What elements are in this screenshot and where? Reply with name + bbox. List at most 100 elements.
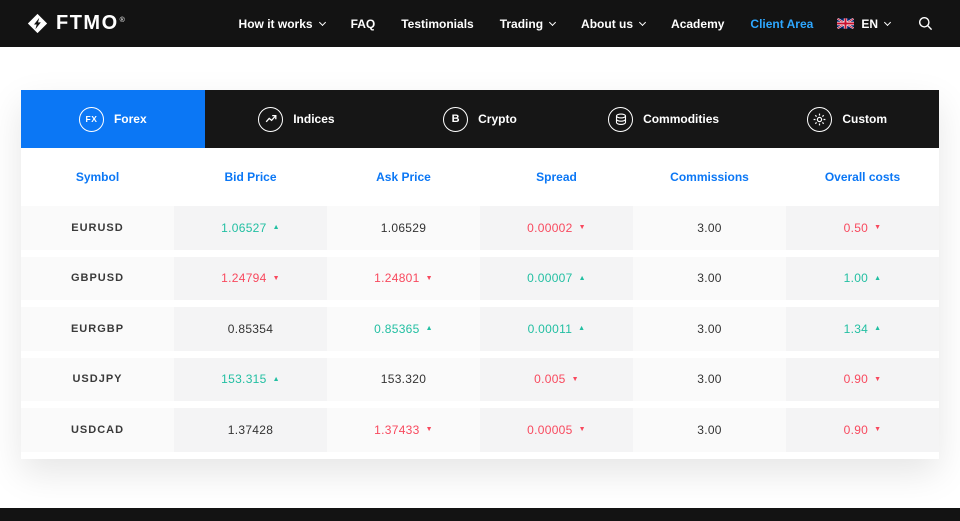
tab-custom[interactable]: Custom xyxy=(755,90,939,148)
price-value: 1.06529 xyxy=(380,220,427,235)
column-header-spread: Spread xyxy=(536,170,577,184)
table-header: Symbol Bid Price Ask Price Spread Commission… xyxy=(21,148,939,206)
nav-item-client-area[interactable]: Client Area xyxy=(750,17,813,31)
symbol-cell: USDJPY xyxy=(21,357,174,401)
price-value: 0.90 xyxy=(843,422,869,437)
nav-item-faq[interactable]: FAQ xyxy=(351,17,376,31)
price-value: 153.320 xyxy=(380,372,427,387)
nav-menu: How it works FAQ Testimonials Trading About … xyxy=(239,16,933,31)
symbol-label: USDCAD xyxy=(70,423,125,436)
navbar: FTMO® How it works FAQ Testimonials Trading… xyxy=(0,0,960,47)
commissions-value: 3.00 xyxy=(697,321,722,336)
price-value: 0.85365 xyxy=(374,321,420,336)
spread-cell: 0.005 ▼ xyxy=(480,357,633,401)
price-value: 1.34 xyxy=(843,321,869,336)
price-value: 0.90 xyxy=(843,372,869,387)
logo-text: FTMO xyxy=(56,12,119,34)
symbol-cell: EURUSD xyxy=(21,206,174,250)
column-header-symbol: Symbol xyxy=(75,170,120,184)
symbol-cell: USDCAD xyxy=(21,408,174,452)
overall-costs-cell: 0.90 ▼ xyxy=(786,408,939,452)
symbol-label: EURUSD xyxy=(71,221,124,234)
tab-forex[interactable]: FX Forex xyxy=(21,90,205,148)
column-header-commissions: Commissions xyxy=(670,170,749,184)
ftmo-logo-icon xyxy=(27,13,48,34)
table-row-usdjpy: USDJPY 153.315 ▲ 153.320 0.005 ▼ 3.00 0.90 ▼ xyxy=(21,357,939,408)
nav-item-trading[interactable]: Trading xyxy=(499,16,557,31)
price-value: 153.315 xyxy=(221,372,267,387)
commissions-value: 3.00 xyxy=(697,220,722,235)
nav-items: How it works FAQ Testimonials Trading About … xyxy=(239,17,814,31)
nav-item-label: Academy xyxy=(671,16,725,31)
symbol-label: USDJPY xyxy=(72,373,123,386)
language-switcher[interactable]: EN xyxy=(837,17,892,31)
column-header-ask-price: Ask Price xyxy=(376,170,431,184)
overall-costs-cell: 1.00 ▲ xyxy=(786,256,939,300)
commissions-value: 3.00 xyxy=(697,271,722,286)
table-row-usdcad: USDCAD 1.37428 1.37433 ▼ 0.00005 ▼ 3.00 0.90 ▼ xyxy=(21,408,939,459)
trend-up-icon: ▲ xyxy=(425,325,433,333)
logo[interactable]: FTMO® xyxy=(27,12,125,35)
nav-item-label: Trading xyxy=(499,16,544,31)
symbol-cell: EURGBP xyxy=(21,307,174,351)
overall-costs-cell: 0.90 ▼ xyxy=(786,357,939,401)
tab-label: Commodities xyxy=(643,112,720,126)
search-button[interactable] xyxy=(918,16,933,31)
nav-item-about-us[interactable]: About us xyxy=(581,17,647,31)
tab-crypto[interactable]: B Crypto xyxy=(388,90,572,148)
nav-item-label: How it works xyxy=(238,16,313,31)
trend-up-icon: ▲ xyxy=(874,325,882,333)
price-value: 0.85354 xyxy=(227,321,274,336)
trend-down-icon: ▼ xyxy=(425,426,433,434)
bid-cell: 0.85354 xyxy=(174,307,327,351)
symbols-card: FX Forex Indices B Crypto Commodities Custom S… xyxy=(21,90,939,459)
table-row-gbpusd: GBPUSD 1.24794 ▼ 1.24801 ▼ 0.00007 ▲ 3.00 1.00 ▲ xyxy=(21,256,939,307)
tab-label: Crypto xyxy=(478,112,517,126)
commissions-value: 3.00 xyxy=(697,372,722,387)
trend-down-icon: ▼ xyxy=(874,224,882,232)
commissions-cell: 3.00 xyxy=(633,357,786,401)
ask-cell: 153.320 xyxy=(327,357,480,401)
nav-item-testimonials[interactable]: Testimonials xyxy=(401,17,473,31)
ask-cell: 0.85365 ▲ xyxy=(327,307,480,351)
chevron-down-icon xyxy=(883,18,892,26)
nav-item-how-it-works[interactable]: How it works xyxy=(238,16,326,31)
spread-cell: 0.00007 ▲ xyxy=(480,256,633,300)
ask-cell: 1.06529 xyxy=(327,206,480,250)
price-value: 0.00007 xyxy=(527,271,573,286)
column-header-bid-price: Bid Price xyxy=(224,170,277,184)
commissions-cell: 3.00 xyxy=(633,256,786,300)
trend-up-icon: ▲ xyxy=(874,274,882,282)
tab-label: Custom xyxy=(842,112,887,126)
tab-indices[interactable]: Indices xyxy=(205,90,389,148)
table-body: EURUSD 1.06527 ▲ 1.06529 0.00002 ▼ 3.00 0.50 ▼ GB… xyxy=(21,206,939,459)
nav-item-label: Client Area xyxy=(750,16,814,31)
instrument-tabs: FX Forex Indices B Crypto Commodities Custom xyxy=(21,90,939,148)
spread-cell: 0.00005 ▼ xyxy=(480,408,633,452)
crypto-icon: B xyxy=(443,106,469,132)
nav-item-label: Testimonials xyxy=(401,16,474,31)
price-value: 1.24794 xyxy=(221,271,267,286)
column-header-overall-costs: Overall costs xyxy=(824,170,901,184)
tab-label: Forex xyxy=(113,112,147,126)
trend-down-icon: ▼ xyxy=(425,274,433,282)
trend-down-icon: ▼ xyxy=(578,426,586,434)
chevron-down-icon xyxy=(549,18,557,26)
footer-strip xyxy=(0,508,960,521)
nav-item-academy[interactable]: Academy xyxy=(671,17,724,31)
tab-label: Indices xyxy=(293,112,335,126)
chevron-down-icon xyxy=(639,18,647,26)
ask-cell: 1.37433 ▼ xyxy=(327,408,480,452)
price-value: 0.00002 xyxy=(527,220,573,235)
trend-up-icon: ▲ xyxy=(578,325,586,333)
spread-cell: 0.00002 ▼ xyxy=(480,206,633,250)
trend-down-icon: ▼ xyxy=(272,274,280,282)
uk-flag-icon xyxy=(837,18,855,29)
trend-down-icon: ▼ xyxy=(578,224,586,232)
tab-commodities[interactable]: Commodities xyxy=(572,90,756,148)
symbol-label: EURGBP xyxy=(70,322,125,335)
commissions-cell: 3.00 xyxy=(633,307,786,351)
price-value: 1.37428 xyxy=(227,422,274,437)
bid-cell: 153.315 ▲ xyxy=(174,357,327,401)
trend-down-icon: ▼ xyxy=(874,375,882,383)
